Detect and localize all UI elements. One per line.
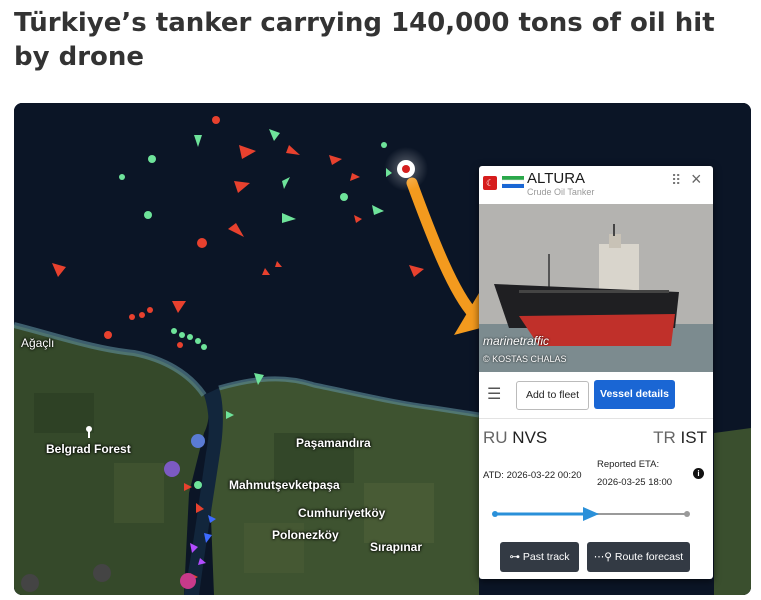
map-label-polonezkoy: Polonezköy [272,528,339,542]
progress-end-dot [684,511,690,517]
origin-country: RU [483,428,508,447]
eta-label: Reported ETA: [597,459,660,470]
route-forecast-icon: ⋯⚲ [593,551,615,563]
drag-handle-icon[interactable]: ⠿ [671,172,681,189]
map-label-pasamandira: Paşamandıra [296,436,371,450]
photo-watermark: marinetraffic [483,334,550,348]
vessel-details-button[interactable]: Vessel details [594,380,675,409]
destination-country: TR [653,428,676,447]
departure-time: ATD: 2026-03-22 00:20 [483,470,582,481]
destination-port: IST [680,428,707,447]
ship-position-icon [583,507,599,521]
add-to-fleet-button[interactable]: Add to fleet [516,381,589,410]
voyage-progress-bar [492,507,690,521]
close-icon[interactable]: × [691,169,702,190]
vessel-name: ALTURA [527,170,586,187]
map-label-sirapinar: Sırapınar [370,540,423,554]
route-forecast-button[interactable]: ⋯⚲ Route forecast [587,542,690,572]
route-forecast-label: Route forecast [614,551,684,563]
route-origin: RU NVS [483,428,547,448]
divider [479,418,713,419]
vessel-info-card: ☾ ALTURA Crude Oil Tanker ⠿ × marinetraf… [479,166,713,579]
past-track-button[interactable]: ⊶ Past track [500,542,579,572]
hamburger-icon[interactable]: ☰ [487,384,501,404]
past-track-label: Past track [522,551,570,563]
map-label-belgrad-forest: Belgrad Forest [46,442,131,456]
vessel-photo[interactable]: marinetraffic © KOSTAS CHALAS [479,204,713,372]
photo-credit: © KOSTAS CHALAS [483,354,567,364]
route-destination: TR IST [653,428,707,448]
map-label-agacli: Ağaçlı [21,336,55,350]
vessel-map[interactable]: Ağaçlı Belgrad Forest Paşamandıra Mahmut… [14,103,751,595]
map-label-mahmutsevketpasa: Mahmutşevketpaşa [229,478,340,492]
map-label-cumhuriyetkoy: Cumhuriyetköy [298,506,386,520]
tanker-type-icon [502,176,524,188]
info-icon[interactable]: i [693,468,704,479]
past-track-icon: ⊶ [509,551,523,563]
turkey-flag-icon: ☾ [483,176,497,190]
eta-value: 2026-03-25 18:00 [597,477,673,488]
vessel-type: Crude Oil Tanker [527,187,595,197]
progress-start-dot [492,511,498,517]
article-headline: Türkiye’s tanker carrying 140,000 tons o… [14,8,715,72]
origin-port: NVS [512,428,548,447]
